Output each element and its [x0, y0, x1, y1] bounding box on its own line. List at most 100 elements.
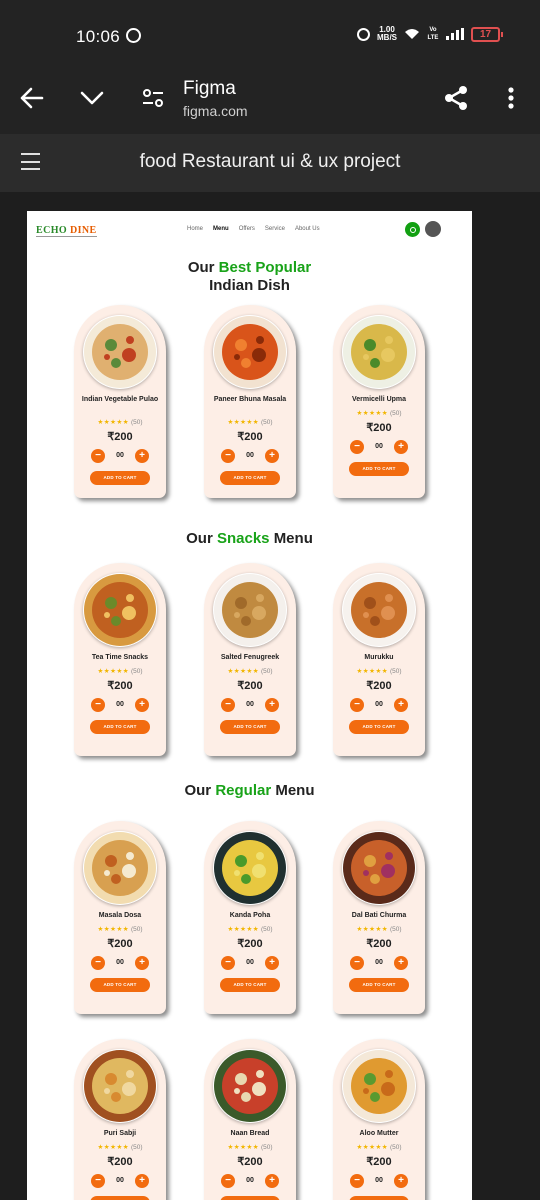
product-price: ₹200: [237, 938, 263, 950]
more-options-icon[interactable]: [497, 84, 525, 112]
increment-button[interactable]: +: [394, 1174, 408, 1188]
network-speed-unit: MB/S: [377, 33, 397, 42]
add-to-cart-button[interactable]: ADD TO CART: [220, 720, 280, 734]
whatsapp-icon: [126, 28, 141, 43]
increment-button[interactable]: +: [135, 1174, 149, 1188]
increment-button[interactable]: +: [394, 956, 408, 970]
alarm-icon: [357, 27, 370, 41]
decrement-button[interactable]: −: [350, 440, 364, 454]
site-settings-icon[interactable]: [139, 84, 167, 112]
dish-image: [83, 831, 157, 905]
design-canvas: ECHO DINE Home Menu Offers Service About…: [27, 211, 472, 1200]
product-card-masala-dosa[interactable]: Masala Dosa ★★★★★ (50) ₹200 − 00 + ADD T…: [74, 821, 166, 1014]
add-to-cart-button[interactable]: ADD TO CART: [220, 471, 280, 485]
add-to-cart-button[interactable]: ADD TO CART: [90, 1196, 150, 1200]
decrement-button[interactable]: −: [221, 956, 235, 970]
quantity-stepper: − 00 +: [350, 956, 408, 970]
nav-item-offers[interactable]: Offers: [239, 226, 255, 232]
network-speed: 1.00 MB/S: [377, 26, 397, 42]
product-card-paneer-bhuna-masala[interactable]: Paneer Bhuna Masala ★★★★★ (50) ₹200 − 00…: [204, 305, 296, 498]
product-rating: ★★★★★ (50): [333, 925, 425, 933]
product-card-kanda-poha[interactable]: Kanda Poha ★★★★★ (50) ₹200 − 00 + ADD TO…: [204, 821, 296, 1014]
quantity-stepper: − 00 +: [221, 698, 279, 712]
product-name: Tea Time Snacks: [91, 654, 149, 661]
increment-button[interactable]: +: [394, 440, 408, 454]
quantity-value: 00: [375, 701, 383, 708]
decrement-button[interactable]: −: [91, 1174, 105, 1188]
product-card-salted-fenugreek[interactable]: Salted Fenugreek ★★★★★ (50) ₹200 − 00 + …: [204, 563, 296, 756]
decrement-button[interactable]: −: [350, 698, 364, 712]
add-to-cart-button[interactable]: ADD TO CART: [349, 720, 409, 734]
browser-toolbar: Figma figma.com: [0, 70, 540, 134]
product-name: Salted Fenugreek: [220, 654, 280, 661]
dish-image: [83, 315, 157, 389]
increment-button[interactable]: +: [135, 956, 149, 970]
product-name: Paneer Bhuna Masala: [213, 396, 287, 403]
site-url[interactable]: figma.com: [183, 103, 248, 119]
add-to-cart-button[interactable]: ADD TO CART: [349, 1196, 409, 1200]
nav-item-service[interactable]: Service: [265, 226, 285, 232]
nav-item-about[interactable]: About Us: [295, 226, 320, 232]
quantity-value: 00: [116, 452, 124, 459]
product-price: ₹200: [366, 1156, 392, 1168]
product-name: Murukku: [364, 654, 394, 661]
increment-button[interactable]: +: [265, 698, 279, 712]
add-to-cart-button[interactable]: ADD TO CART: [90, 978, 150, 992]
increment-button[interactable]: +: [135, 698, 149, 712]
product-price: ₹200: [237, 680, 263, 692]
decrement-button[interactable]: −: [91, 449, 105, 463]
rating-count: (50): [260, 1144, 273, 1151]
decrement-button[interactable]: −: [221, 698, 235, 712]
star-rating-icon: ★★★★★: [356, 926, 389, 933]
product-card-naan-bread[interactable]: Naan Bread ★★★★★ (50) ₹200 − 00 + ADD TO…: [204, 1039, 296, 1200]
product-card-murukku[interactable]: Murukku ★★★★★ (50) ₹200 − 00 + ADD TO CA…: [333, 563, 425, 756]
product-card-puri-sabji[interactable]: Puri Sabji ★★★★★ (50) ₹200 − 00 + ADD TO…: [74, 1039, 166, 1200]
increment-button[interactable]: +: [394, 698, 408, 712]
share-icon[interactable]: [442, 84, 470, 112]
dish-image: [342, 831, 416, 905]
quantity-stepper: − 00 +: [350, 1174, 408, 1188]
product-price: ₹200: [366, 938, 392, 950]
increment-button[interactable]: +: [265, 956, 279, 970]
dish-image: [213, 831, 287, 905]
product-name: Masala Dosa: [98, 912, 142, 919]
quantity-value: 00: [246, 452, 254, 459]
product-card-aloo-mutter[interactable]: Aloo Mutter ★★★★★ (50) ₹200 − 00 + ADD T…: [333, 1039, 425, 1200]
nav-item-menu[interactable]: Menu: [213, 226, 229, 232]
brand-logo[interactable]: ECHO DINE: [36, 225, 97, 237]
decrement-button[interactable]: −: [221, 449, 235, 463]
product-card-dal-bati-churma[interactable]: Dal Bati Churma ★★★★★ (50) ₹200 − 00 + A…: [333, 821, 425, 1014]
add-to-cart-button[interactable]: ADD TO CART: [90, 720, 150, 734]
increment-button[interactable]: +: [135, 449, 149, 463]
decrement-button[interactable]: −: [91, 698, 105, 712]
chevron-down-icon[interactable]: [78, 84, 106, 112]
avatar[interactable]: [425, 221, 441, 237]
decrement-button[interactable]: −: [221, 1174, 235, 1188]
increment-button[interactable]: +: [265, 1174, 279, 1188]
product-card-vermicelli-upma[interactable]: Vermicelli Upma ★★★★★ (50) ₹200 − 00 + A…: [333, 305, 425, 498]
back-arrow-icon[interactable]: [18, 84, 46, 112]
add-to-cart-button[interactable]: ADD TO CART: [349, 462, 409, 476]
dish-image: [83, 1049, 157, 1123]
decrement-button[interactable]: −: [91, 956, 105, 970]
increment-button[interactable]: +: [265, 449, 279, 463]
quantity-stepper: − 00 +: [221, 449, 279, 463]
logo-word-2: DINE: [69, 225, 97, 236]
product-card-indian-vegetable-pulao[interactable]: Indian Vegetable Pulao ★★★★★ (50) ₹200 −…: [74, 305, 166, 498]
product-price: ₹200: [237, 431, 263, 443]
decrement-button[interactable]: −: [350, 1174, 364, 1188]
star-rating-icon: ★★★★★: [356, 1144, 389, 1151]
add-to-cart-button[interactable]: ADD TO CART: [349, 978, 409, 992]
product-rating: ★★★★★ (50): [74, 418, 166, 426]
rating-count: (50): [260, 668, 273, 675]
nav-item-home[interactable]: Home: [187, 226, 203, 232]
decrement-button[interactable]: −: [350, 956, 364, 970]
add-to-cart-button[interactable]: ADD TO CART: [90, 471, 150, 485]
search-icon[interactable]: [405, 222, 420, 237]
product-card-tea-time-snacks[interactable]: Tea Time Snacks ★★★★★ (50) ₹200 − 00 + A…: [74, 563, 166, 756]
add-to-cart-button[interactable]: ADD TO CART: [220, 978, 280, 992]
quantity-stepper: − 00 +: [91, 698, 149, 712]
star-rating-icon: ★★★★★: [227, 419, 260, 426]
product-price: ₹200: [366, 422, 392, 434]
add-to-cart-button[interactable]: ADD TO CART: [220, 1196, 280, 1200]
